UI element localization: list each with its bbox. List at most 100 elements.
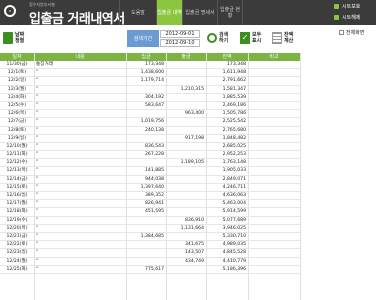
cell-withdraw[interactable] bbox=[166, 184, 206, 192]
cell-deposit[interactable]: 451,595 bbox=[126, 208, 166, 216]
cell-note[interactable] bbox=[248, 86, 300, 94]
cell-note[interactable] bbox=[248, 192, 300, 200]
cell-deposit[interactable] bbox=[126, 241, 166, 249]
table-row[interactable]: 12/15(토) " 1,397,640 4,246,711 bbox=[0, 184, 300, 192]
cell-deposit[interactable]: 304,192 bbox=[126, 94, 166, 102]
cell-desc[interactable]: " bbox=[34, 225, 126, 233]
cell-balance[interactable]: 1,581,347 bbox=[206, 86, 248, 94]
cell-desc[interactable]: " bbox=[34, 184, 126, 192]
cell-balance[interactable]: 5,330,710 bbox=[206, 233, 248, 241]
table-row[interactable]: 11/30(금) 통장거래 173,348 173,348 bbox=[0, 61, 300, 70]
cell-balance[interactable]: 4,410,779 bbox=[206, 258, 248, 266]
cell-balance[interactable]: 4,636,063 bbox=[206, 192, 248, 200]
cell-balance[interactable]: 5,077,689 bbox=[206, 217, 248, 225]
cell-balance[interactable]: 1,885,539 bbox=[206, 94, 248, 102]
cell-note[interactable] bbox=[248, 217, 300, 225]
cell-date[interactable]: 12/17(월) bbox=[0, 200, 34, 208]
cell-date[interactable]: 12/1(토) bbox=[0, 69, 34, 77]
cell-deposit[interactable]: 1,384,685 bbox=[126, 233, 166, 241]
table-row[interactable]: 12/3(월) " 1,210,315 1,581,347 bbox=[0, 86, 300, 94]
fullscreen-checkbox[interactable] bbox=[339, 30, 344, 35]
cell-deposit[interactable]: 1,019,756 bbox=[126, 118, 166, 126]
cell-deposit[interactable] bbox=[126, 86, 166, 94]
cell-balance[interactable]: 1,848,482 bbox=[206, 135, 248, 143]
table-row[interactable]: 12/23(일) " 143,507 4,845,528 bbox=[0, 249, 300, 258]
cell-note[interactable] bbox=[248, 94, 300, 102]
table-row[interactable]: 12/16(일) " 389,352 4,636,063 bbox=[0, 192, 300, 201]
cell-balance[interactable]: 1,905,033 bbox=[206, 167, 248, 175]
nav-statement[interactable]: 입출금 명세서 bbox=[182, 0, 217, 25]
cell-desc[interactable]: " bbox=[34, 94, 126, 102]
cell-date[interactable]: 12/12(수) bbox=[0, 159, 34, 167]
cell-note[interactable] bbox=[248, 241, 300, 249]
cell-deposit[interactable]: 141,885 bbox=[126, 167, 166, 175]
cell-desc[interactable]: " bbox=[34, 127, 126, 135]
cell-note[interactable] bbox=[248, 184, 300, 192]
cell-desc[interactable]: " bbox=[34, 241, 126, 249]
cell-deposit[interactable] bbox=[126, 217, 166, 225]
cell-withdraw[interactable] bbox=[166, 151, 206, 159]
cell-deposit[interactable]: 389,352 bbox=[126, 192, 166, 200]
cell-note[interactable] bbox=[248, 102, 300, 110]
cell-desc[interactable]: " bbox=[34, 233, 126, 241]
cell-note[interactable] bbox=[248, 249, 300, 257]
cell-deposit[interactable] bbox=[126, 258, 166, 266]
cell-withdraw[interactable]: 917,198 bbox=[166, 135, 206, 143]
table-row[interactable]: 12/8(토) " 240,138 2,765,680 bbox=[0, 127, 300, 135]
cell-desc[interactable]: " bbox=[34, 258, 126, 266]
cell-date[interactable]: 12/9(일) bbox=[0, 135, 34, 143]
cell-desc[interactable]: " bbox=[34, 217, 126, 225]
cell-date[interactable]: 12/18(화) bbox=[0, 208, 34, 216]
table-row[interactable]: 12/22(토) " 341,675 4,989,035 bbox=[0, 241, 300, 250]
cell-desc[interactable]: " bbox=[34, 86, 126, 94]
table-row[interactable]: 12/2(일) " 1,179,714 2,791,662 bbox=[0, 77, 300, 86]
cell-note[interactable] bbox=[248, 61, 300, 69]
cell-date[interactable]: 12/13(목) bbox=[0, 167, 34, 175]
table-row[interactable]: 12/4(화) " 304,192 1,885,539 bbox=[0, 94, 300, 102]
cell-balance[interactable]: 2,952,253 bbox=[206, 151, 248, 159]
table-row[interactable]: 12/20(목) " 1,131,664 3,946,025 bbox=[0, 225, 300, 233]
balance-calc-button[interactable]: 잔액 계산 bbox=[272, 28, 306, 48]
table-row[interactable]: 12/24(월) " 434,749 4,410,779 bbox=[0, 258, 300, 266]
date-from-input[interactable]: 2012-09-01 bbox=[160, 30, 200, 38]
table-row[interactable]: 12/11(화) " 267,228 2,952,253 bbox=[0, 151, 300, 160]
cell-date[interactable]: 12/11(화) bbox=[0, 151, 34, 159]
cell-desc[interactable]: " bbox=[34, 200, 126, 208]
cell-desc[interactable]: " bbox=[34, 69, 126, 77]
cell-note[interactable] bbox=[248, 159, 300, 167]
nav-help[interactable]: 도움말 bbox=[119, 0, 156, 25]
cell-withdraw[interactable]: 1,189,105 bbox=[166, 159, 206, 167]
fullscreen-toggle[interactable]: 전체화면 bbox=[339, 29, 364, 36]
cell-balance[interactable]: 2,525,542 bbox=[206, 118, 248, 126]
cell-desc[interactable]: " bbox=[34, 102, 126, 110]
cell-deposit[interactable]: 583,647 bbox=[126, 102, 166, 110]
cell-desc[interactable]: " bbox=[34, 77, 126, 85]
cell-withdraw[interactable] bbox=[166, 176, 206, 184]
cell-note[interactable] bbox=[248, 258, 300, 266]
cell-withdraw[interactable]: 1,131,664 bbox=[166, 225, 206, 233]
cell-note[interactable] bbox=[248, 266, 300, 274]
cell-deposit[interactable] bbox=[126, 225, 166, 233]
table-row[interactable]: 12/13(목) " 141,885 1,905,033 bbox=[0, 167, 300, 176]
cell-deposit[interactable]: 240,138 bbox=[126, 127, 166, 135]
cell-deposit[interactable] bbox=[126, 135, 166, 143]
cell-withdraw[interactable]: 143,507 bbox=[166, 249, 206, 257]
cell-withdraw[interactable]: 1,210,315 bbox=[166, 86, 206, 94]
cell-balance[interactable]: 5,186,396 bbox=[206, 266, 248, 274]
cell-desc[interactable]: " bbox=[34, 159, 126, 167]
table-row[interactable]: 12/18(화) " 451,595 5,914,599 bbox=[0, 208, 300, 217]
table-row[interactable]: 12/19(수) " 836,910 5,077,689 bbox=[0, 217, 300, 225]
cell-balance[interactable]: 173,348 bbox=[206, 61, 248, 69]
table-row[interactable]: 12/6(목) " 963,400 1,505,786 bbox=[0, 110, 300, 119]
nav-transactions[interactable]: 입출금 내역 bbox=[156, 0, 182, 25]
cell-balance[interactable]: 1,763,148 bbox=[206, 159, 248, 167]
cell-date[interactable]: 12/19(수) bbox=[0, 217, 34, 225]
cell-desc[interactable]: " bbox=[34, 266, 126, 274]
cell-note[interactable] bbox=[248, 69, 300, 77]
cell-deposit[interactable]: 836,543 bbox=[126, 143, 166, 151]
cell-note[interactable] bbox=[248, 208, 300, 216]
cell-date[interactable]: 12/5(수) bbox=[0, 102, 34, 110]
cell-desc[interactable]: " bbox=[34, 208, 126, 216]
cell-note[interactable] bbox=[248, 110, 300, 118]
cell-note[interactable] bbox=[248, 200, 300, 208]
